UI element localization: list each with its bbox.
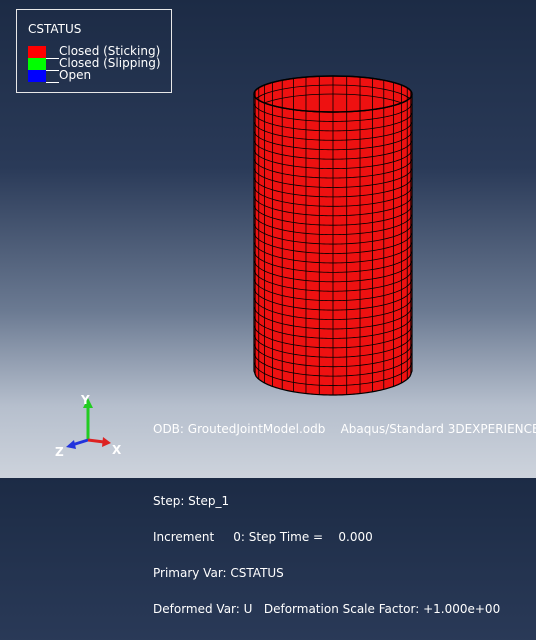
- increment-line: Increment 0: Step Time = 0.000: [153, 530, 373, 544]
- z-axis-label: Z: [55, 445, 64, 459]
- x-axis-arrow-icon: [102, 437, 111, 447]
- step-line: Step: Step_1: [153, 494, 230, 508]
- legend-tick: [46, 82, 59, 83]
- x-axis-label: X: [112, 443, 122, 457]
- legend: CSTATUS Closed (Sticking) Closed (Slippi…: [16, 9, 172, 93]
- y-axis-label: Y: [80, 393, 90, 407]
- deformed-var-line: Deformed Var: U Deformation Scale Factor…: [153, 602, 501, 616]
- viewport-info: ODB: GroutedJointModel.odb Abaqus/Standa…: [153, 399, 536, 639]
- legend-tick: [46, 70, 59, 71]
- legend-swatch-green: [28, 58, 46, 70]
- primary-var-line: Primary Var: CSTATUS: [153, 566, 284, 580]
- legend-title: CSTATUS: [28, 22, 82, 36]
- z-axis-arrow-icon: [66, 440, 76, 449]
- legend-swatch-red: [28, 46, 46, 58]
- x-axis-line: [87, 438, 105, 444]
- legend-label: Open: [59, 68, 92, 82]
- viewport[interactable]: CSTATUS Closed (Sticking) Closed (Slippi…: [0, 0, 536, 615]
- legend-tick: [46, 58, 59, 59]
- cylinder-body: [253, 93, 413, 396]
- axis-triad: Y Z X: [55, 393, 122, 459]
- odb-line: ODB: GroutedJointModel.odb Abaqus/Standa…: [153, 422, 536, 436]
- legend-swatch-blue: [28, 70, 46, 82]
